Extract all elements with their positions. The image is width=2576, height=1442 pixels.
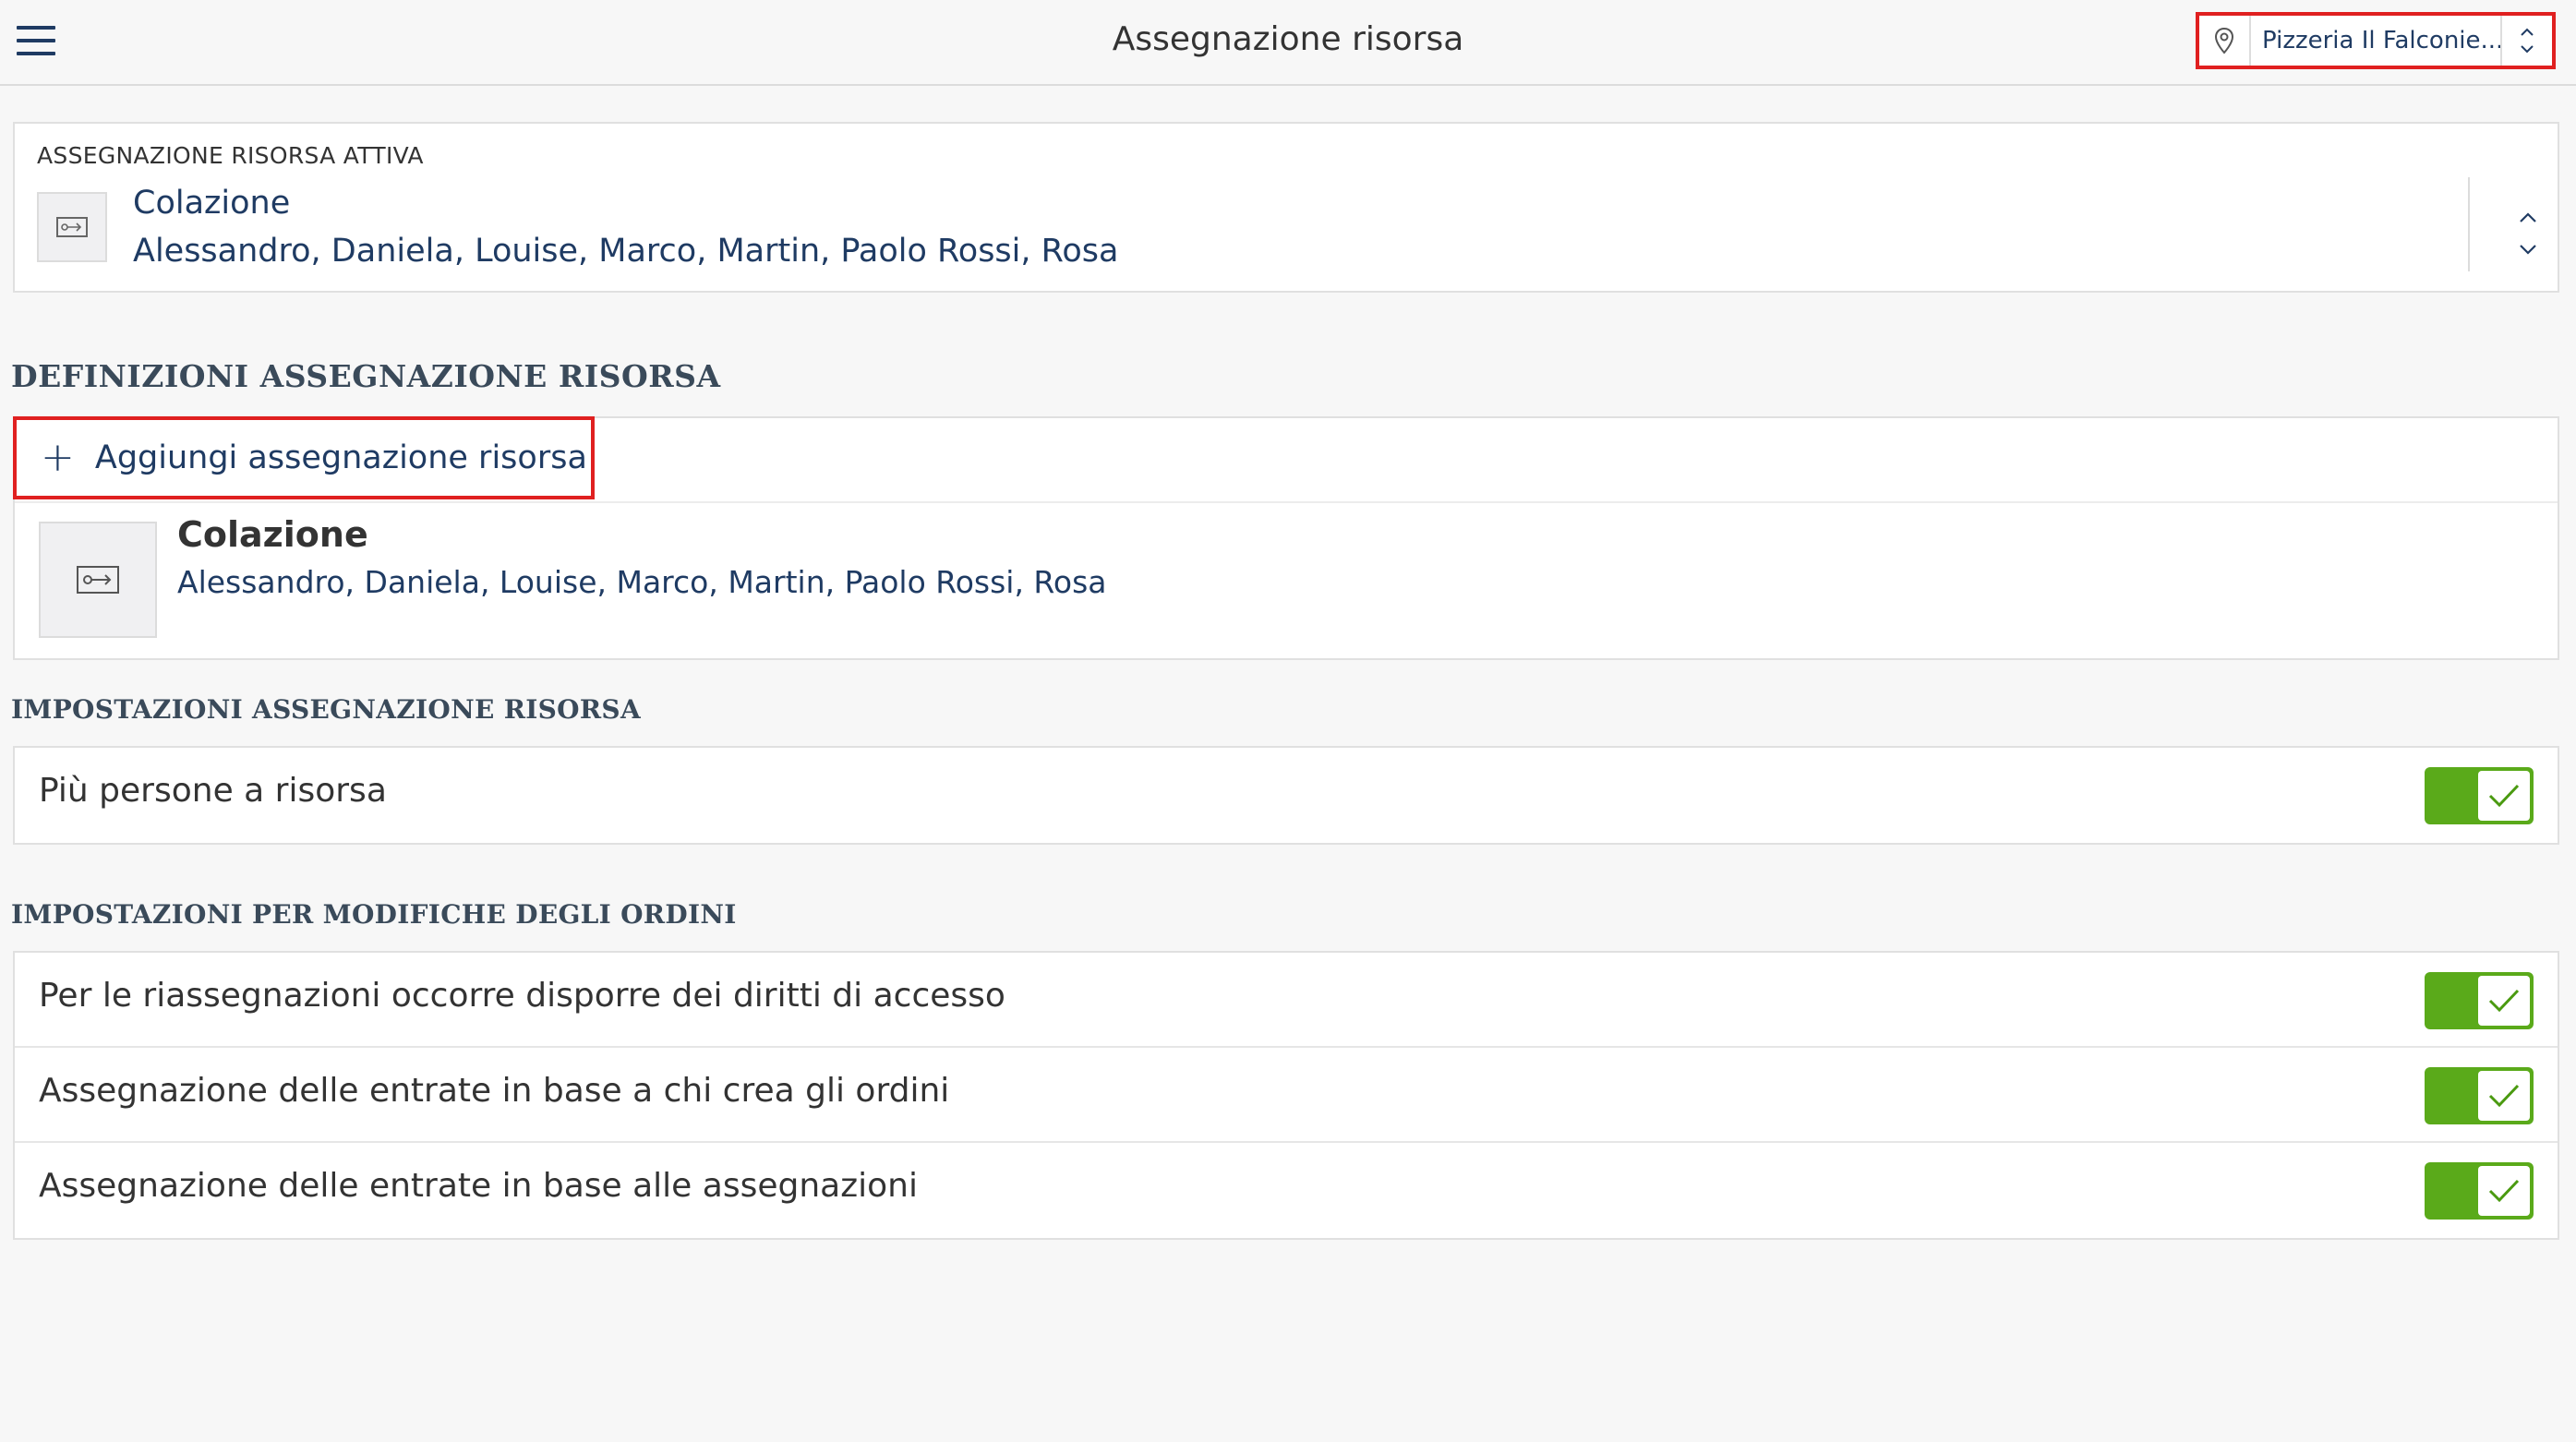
location-stepper-icon[interactable] — [2500, 16, 2552, 66]
revenue-by-assignment-toggle[interactable] — [2425, 1162, 2534, 1220]
setting-row: Assegnazione delle entrate in base a chi… — [15, 1048, 2558, 1143]
setting-label: Per le riassegnazioni occorre disporre d… — [39, 977, 1005, 1015]
location-name: Pizzeria Il Falconie... — [2262, 27, 2500, 54]
setting-label: Assegnazione delle entrate in base alle … — [39, 1167, 918, 1205]
top-bar: Assegnazione risorsa Pizzeria Il Falconi… — [0, 0, 2576, 86]
active-assignment-caption: ASSEGNAZIONE RISORSA ATTIVA — [37, 142, 424, 169]
multiple-persons-toggle[interactable] — [2425, 767, 2534, 824]
checkmark-icon — [2478, 771, 2530, 821]
checkmark-icon — [2478, 976, 2530, 1026]
revenue-by-creator-toggle[interactable] — [2425, 1067, 2534, 1124]
divider — [2468, 177, 2470, 271]
active-assignment-name: Colazione — [133, 185, 291, 222]
definition-name[interactable]: Colazione — [177, 514, 368, 555]
location-selector[interactable]: Pizzeria Il Falconie... — [2196, 12, 2556, 69]
active-assignment-stepper-icon[interactable] — [2508, 209, 2548, 258]
definition-members: Alessandro, Daniela, Louise, Marco, Mart… — [177, 564, 1107, 600]
setting-row: Assegnazione delle entrate in base alle … — [15, 1143, 2558, 1238]
resource-settings-heading: IMPOSTAZIONI ASSEGNAZIONE RISORSA — [11, 694, 641, 725]
setting-row: Più persone a risorsa — [15, 748, 2558, 843]
checkmark-icon — [2478, 1166, 2530, 1216]
plus-icon: + — [41, 434, 75, 481]
access-rights-toggle[interactable] — [2425, 972, 2534, 1029]
divider — [15, 501, 2558, 503]
add-assignment-label: Aggiungi assegnazione risorsa — [94, 439, 587, 476]
active-assignment-card[interactable]: ASSEGNAZIONE RISORSA ATTIVA Colazione Al… — [13, 122, 2559, 293]
setting-label: Assegnazione delle entrate in base a chi… — [39, 1072, 950, 1110]
page-title: Assegnazione risorsa — [1112, 20, 1464, 58]
order-settings-heading: IMPOSTAZIONI PER MODIFICHE DEGLI ORDINI — [11, 899, 737, 930]
definitions-heading: DEFINIZIONI ASSEGNAZIONE RISORSA — [11, 358, 721, 394]
order-settings-card: Per le riassegnazioni occorre disporre d… — [13, 951, 2559, 1240]
assignment-icon — [37, 192, 107, 262]
location-pin-icon — [2199, 16, 2251, 66]
active-assignment-members: Alessandro, Daniela, Louise, Marco, Mart… — [133, 233, 1119, 270]
checkmark-icon — [2478, 1071, 2530, 1121]
assignment-icon — [39, 522, 157, 638]
setting-row: Per le riassegnazioni occorre disporre d… — [15, 953, 2558, 1048]
setting-label: Più persone a risorsa — [39, 772, 387, 810]
add-assignment-button[interactable]: + Aggiungi assegnazione risorsa — [13, 416, 595, 499]
definitions-panel: + Aggiungi assegnazione risorsa Colazion… — [13, 416, 2559, 660]
resource-settings-card: Più persone a risorsa — [13, 746, 2559, 845]
